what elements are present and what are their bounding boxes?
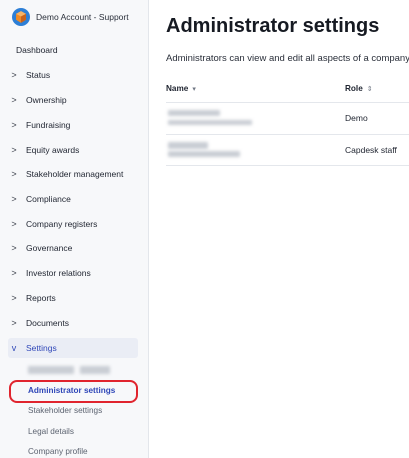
sidebar-item-label: Company registers [26, 219, 98, 229]
column-label: Name [166, 84, 189, 93]
sidebar-item-reports[interactable]: > Reports [8, 289, 138, 307]
sidebar-item-governance[interactable]: > Governance [8, 239, 138, 257]
redacted-email [168, 120, 252, 125]
sidebar-item-label: Settings [26, 343, 57, 353]
chevron-right-icon: > [11, 268, 17, 278]
table-row[interactable]: Demo [166, 102, 409, 134]
account-name: Demo Account - Support [36, 12, 129, 22]
sidebar-item-label: Compliance [26, 194, 71, 204]
sidebar-item-label: Stakeholder management [26, 169, 124, 179]
chevron-right-icon: > [11, 318, 17, 328]
column-header-role[interactable]: Role ⇕ [345, 84, 373, 93]
sidebar-item-label: Governance [26, 243, 73, 253]
sidebar-item-equity-awards[interactable]: > Equity awards [8, 141, 138, 159]
redacted-sub-item [28, 366, 74, 374]
sidebar-item-label: Status [26, 70, 51, 80]
sidebar-item-ownership[interactable]: > Ownership [8, 91, 138, 109]
sidebar-item-documents[interactable]: > Documents [8, 314, 138, 332]
sidebar: Demo Account - Support Dashboard > Statu… [0, 0, 149, 458]
sort-toggle-icon: ⇕ [366, 85, 373, 93]
chevron-right-icon: > [11, 95, 17, 105]
chevron-down-icon: v [11, 343, 17, 353]
table-row[interactable]: Capdesk staff [166, 134, 409, 166]
chevron-right-icon: > [11, 70, 17, 80]
sub-item-stakeholder-settings[interactable]: Stakeholder settings [28, 404, 102, 418]
sidebar-item-label: Fundraising [26, 120, 71, 130]
chevron-right-icon: > [11, 243, 17, 253]
sidebar-item-status[interactable]: > Status [8, 66, 138, 84]
chevron-right-icon: > [11, 293, 17, 303]
redacted-name [168, 142, 208, 149]
sidebar-item-label: Investor relations [26, 268, 91, 278]
company-logo-icon [12, 8, 30, 26]
sub-item-legal-details[interactable]: Legal details [28, 425, 74, 439]
redacted-sub-item [80, 366, 110, 374]
redacted-name [168, 110, 220, 116]
sidebar-item-dashboard[interactable]: Dashboard [16, 41, 146, 59]
role-cell: Demo [345, 113, 368, 123]
page-title: Administrator settings [166, 15, 380, 37]
sort-descending-icon: ▾ [192, 85, 196, 93]
sidebar-item-settings[interactable]: v Settings [8, 338, 138, 358]
sidebar-item-label: Equity awards [26, 145, 80, 155]
redacted-email [168, 151, 240, 157]
column-header-name[interactable]: Name ▾ [166, 84, 196, 93]
sidebar-item-fundraising[interactable]: > Fundraising [8, 116, 138, 134]
sidebar-item-label: Documents [26, 318, 69, 328]
sidebar-item-label: Dashboard [16, 45, 58, 55]
sidebar-item-stakeholder-management[interactable]: > Stakeholder management [8, 165, 138, 183]
column-label: Role [345, 84, 363, 93]
selection-highlight-outline [9, 380, 138, 403]
role-cell: Capdesk staff [345, 145, 397, 155]
chevron-right-icon: > [11, 194, 17, 204]
sidebar-item-company-registers[interactable]: > Company registers [8, 215, 138, 233]
chevron-right-icon: > [11, 219, 17, 229]
sidebar-item-investor-relations[interactable]: > Investor relations [8, 264, 138, 282]
table-header: Name ▾ Role ⇕ [166, 84, 409, 98]
chevron-right-icon: > [11, 120, 17, 130]
chevron-right-icon: > [11, 145, 17, 155]
sub-item-company-profile[interactable]: Company profile [28, 445, 88, 458]
sidebar-item-label: Ownership [26, 95, 67, 105]
chevron-right-icon: > [11, 169, 17, 179]
sidebar-item-compliance[interactable]: > Compliance [8, 190, 138, 208]
page-description: Administrators can view and edit all asp… [166, 53, 409, 64]
account-switcher[interactable]: Demo Account - Support [12, 7, 129, 27]
sidebar-item-label: Reports [26, 293, 56, 303]
